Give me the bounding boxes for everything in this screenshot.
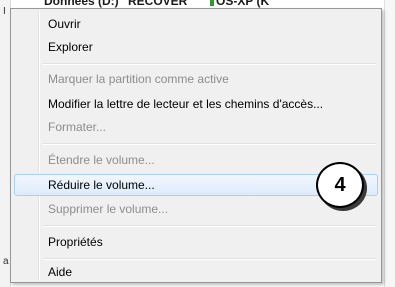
menu-item-ouvrir[interactable]: Ouvrir [14, 13, 378, 35]
volume-status-indicator [210, 0, 214, 6]
menu-separator [43, 63, 376, 65]
background-left-char-bottom: a [3, 256, 9, 267]
volume-label-os-xp: OS-XP (K [216, 0, 270, 8]
menu-item-proprietes[interactable]: Propriétés [14, 231, 378, 253]
volume-label-donnees: Données (D:) [44, 0, 119, 8]
background-window-header: Données (D:) RECOVER OS-XP (K [0, 0, 395, 8]
context-menu: Ouvrir Explorer Marquer la partition com… [10, 8, 382, 283]
menu-item-aide[interactable]: Aide [14, 261, 378, 283]
background-left-char-top: I [3, 6, 6, 17]
menu-separator [43, 143, 376, 145]
menu-separator [43, 258, 376, 260]
menu-separator [43, 225, 376, 227]
step-number-callout: 4 [316, 162, 364, 208]
menu-item-formater[interactable]: Formater... [14, 116, 378, 138]
menu-item-marquer-active[interactable]: Marquer la partition comme active [14, 68, 378, 90]
volume-label-recover: RECOVER [128, 0, 188, 8]
menu-item-modifier-lettre[interactable]: Modifier la lettre de lecteur et les che… [14, 93, 378, 115]
menu-item-explorer[interactable]: Explorer [14, 36, 378, 58]
background-right-panel [384, 0, 395, 287]
